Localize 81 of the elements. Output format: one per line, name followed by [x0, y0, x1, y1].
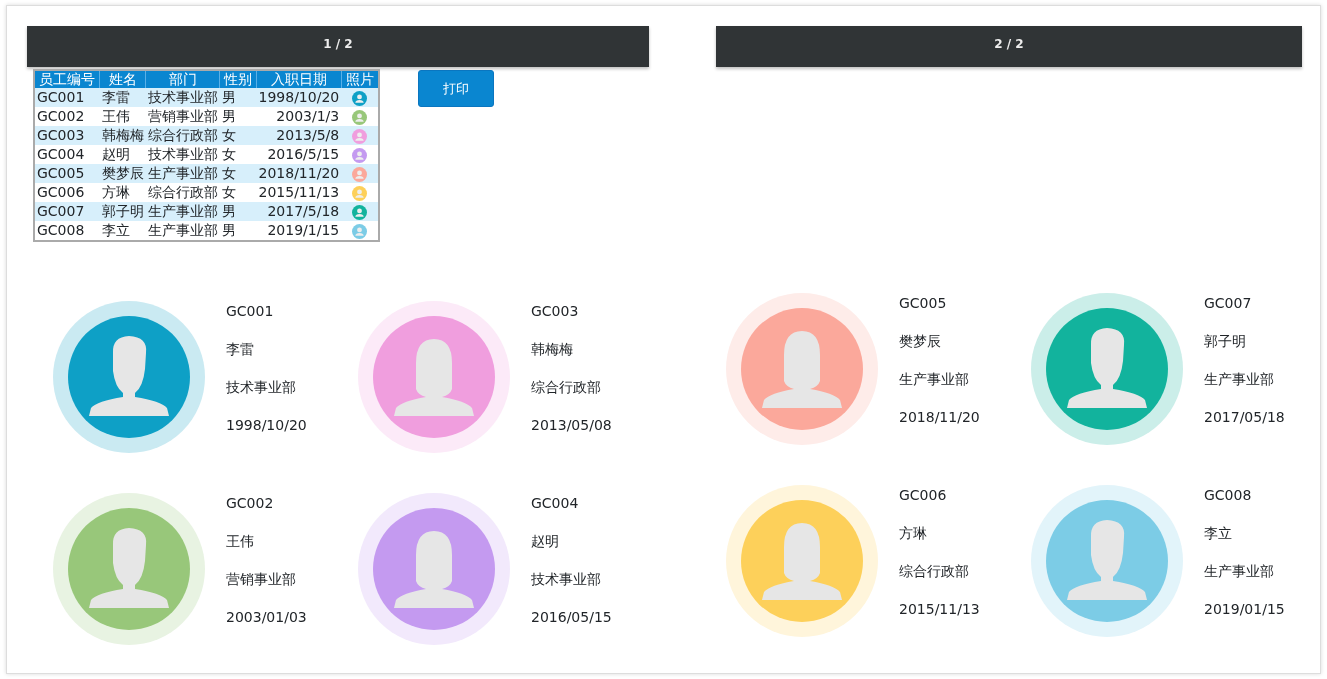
table-cell: 韩梅梅: [99, 126, 146, 145]
employee-name: 韩梅梅: [531, 340, 574, 359]
table-cell: 1998/10/20: [256, 88, 342, 107]
table-cell: 女: [219, 126, 257, 145]
employee-id: GC006: [899, 486, 948, 505]
table-cell: GC005: [34, 164, 100, 183]
employee-id: GC004: [531, 494, 580, 513]
table-cell: 2013/5/8: [256, 126, 342, 145]
column-header: 照片: [341, 70, 379, 88]
hire-date: 2016/05/15: [531, 608, 612, 627]
table-cell: 生产事业部: [145, 221, 220, 241]
table-cell: 郭子明: [99, 202, 146, 221]
column-header: 部门: [145, 70, 220, 88]
employee-name: 王伟: [226, 532, 255, 551]
table-cell: 2018/11/20: [256, 164, 342, 183]
department: 生产事业部: [899, 370, 970, 389]
hire-date: 2015/11/13: [899, 600, 980, 619]
table-cell: GC004: [34, 145, 100, 164]
table-cell: 李立: [99, 221, 146, 241]
hire-date: 2017/05/18: [1204, 408, 1285, 427]
employee-id: GC002: [226, 494, 275, 513]
employee-name: 郭子明: [1204, 332, 1247, 351]
employee-id: GC003: [531, 302, 580, 321]
table-cell: GC003: [34, 126, 100, 145]
column-header: 姓名: [99, 70, 146, 88]
hire-date: 2013/05/08: [531, 416, 612, 435]
table-cell: 男: [219, 202, 257, 221]
hire-date: 2018/11/20: [899, 408, 980, 427]
table-cell: 2003/1/3: [256, 107, 342, 126]
employee-id: GC005: [899, 294, 948, 313]
employee-name: 赵明: [531, 532, 560, 551]
print-button[interactable]: 打印: [417, 70, 494, 107]
table-cell: 女: [219, 164, 257, 183]
table-cell: 男: [219, 221, 257, 241]
employee-id: GC001: [226, 302, 275, 321]
table-cell: 女: [219, 183, 257, 202]
table-cell: 生产事业部: [145, 202, 220, 221]
column-header: 入职日期: [256, 70, 342, 88]
table-cell: GC001: [34, 88, 100, 107]
table-cell: 综合行政部: [145, 183, 220, 202]
table-cell: 2019/1/15: [256, 221, 342, 241]
table-cell: 樊梦辰: [99, 164, 146, 183]
column-header: 员工编号: [34, 70, 100, 88]
table-cell: GC007: [34, 202, 100, 221]
table-cell: 男: [219, 107, 257, 126]
department: 营销事业部: [226, 570, 297, 589]
table-cell: 2015/11/13: [256, 183, 342, 202]
employee-name: 樊梦辰: [899, 332, 942, 351]
hire-date: 2019/01/15: [1204, 600, 1285, 619]
table-cell: 方琳: [99, 183, 146, 202]
employee-name: 李雷: [226, 340, 255, 359]
table-cell: 生产事业部: [145, 164, 220, 183]
employee-id: GC007: [1204, 294, 1253, 313]
hire-date: 1998/10/20: [226, 416, 307, 435]
table-cell: 技术事业部: [145, 88, 220, 107]
department: 技术事业部: [531, 570, 602, 589]
table-cell: 2016/5/15: [256, 145, 342, 164]
table-cell: 王伟: [99, 107, 146, 126]
page-header: 1 / 2: [27, 26, 649, 67]
table-cell: GC002: [34, 107, 100, 126]
department: 技术事业部: [226, 378, 297, 397]
employee-name: 李立: [1204, 524, 1233, 543]
table-cell: GC008: [34, 221, 100, 241]
table-cell: 2017/5/18: [256, 202, 342, 221]
page-header: 2 / 2: [716, 26, 1302, 67]
table-cell: 赵明: [99, 145, 146, 164]
table-cell: 综合行政部: [145, 126, 220, 145]
table-cell: 女: [219, 145, 257, 164]
department: 综合行政部: [899, 562, 970, 581]
table-cell: 男: [219, 88, 257, 107]
column-header: 性别: [219, 70, 257, 88]
table-cell: 营销事业部: [145, 107, 220, 126]
table-cell: 技术事业部: [145, 145, 220, 164]
employee-id: GC008: [1204, 486, 1253, 505]
table-cell: 李雷: [99, 88, 146, 107]
table-cell: GC006: [34, 183, 100, 202]
department: 生产事业部: [1204, 562, 1275, 581]
department: 生产事业部: [1204, 370, 1275, 389]
hire-date: 2003/01/03: [226, 608, 307, 627]
department: 综合行政部: [531, 378, 602, 397]
employee-name: 方琳: [899, 524, 928, 543]
